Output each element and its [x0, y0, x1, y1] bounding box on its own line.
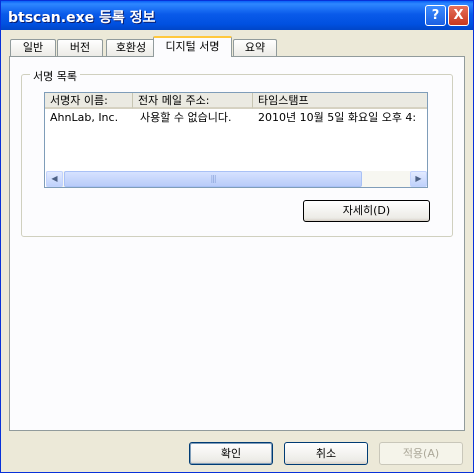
help-icon: ?: [431, 8, 440, 23]
group-label: 서명 목록: [30, 68, 80, 84]
scroll-thumb[interactable]: |||: [64, 171, 362, 187]
cancel-button[interactable]: 취소: [284, 442, 368, 465]
help-button[interactable]: ?: [425, 5, 446, 26]
list-header: 서명자 이름: 전자 메일 주소: 타임스탬프: [45, 93, 427, 110]
email-address: 사용할 수 없습니다.: [140, 111, 232, 124]
tab-general[interactable]: 일반: [10, 39, 56, 56]
column-header-signer[interactable]: 서명자 이름:: [45, 93, 133, 109]
list-item[interactable]: AhnLab, Inc. 사용할 수 없습니다. 2010년 10월 5일 화요…: [45, 110, 427, 125]
column-header-timestamp[interactable]: 타임스탬프: [253, 93, 427, 109]
close-button[interactable]: X: [448, 5, 469, 26]
tab-summary[interactable]: 요약: [233, 39, 277, 56]
tab-label: 버전: [69, 41, 91, 54]
tab-digital-signature[interactable]: 디지털 서명: [153, 36, 232, 57]
tab-label: 일반: [22, 41, 44, 54]
close-icon: X: [453, 8, 464, 23]
timestamp: 2010년 10월 5일 화요일 오후 4:: [258, 111, 417, 124]
signature-list[interactable]: 서명자 이름: 전자 메일 주소: 타임스탬프 AhnLab, Inc. 사용할…: [44, 92, 428, 188]
scroll-left-button[interactable]: ◀: [46, 171, 63, 187]
ok-button[interactable]: 확인: [189, 442, 273, 465]
column-header-email[interactable]: 전자 메일 주소:: [133, 93, 253, 109]
horizontal-scrollbar[interactable]: ◀ ||| ▶: [46, 171, 427, 187]
tab-label: 요약: [244, 41, 266, 54]
tab-version[interactable]: 버전: [57, 39, 103, 56]
details-button[interactable]: 자세히(D): [303, 200, 430, 222]
window-title: btscan.exe 등록 정보: [8, 10, 156, 26]
tab-compatibility[interactable]: 호환성: [106, 39, 156, 56]
tab-label: 호환성: [115, 41, 147, 54]
arrow-right-icon: ▶: [415, 174, 422, 183]
arrow-left-icon: ◀: [51, 174, 58, 183]
title-bar[interactable]: btscan.exe 등록 정보 ? X: [1, 1, 473, 30]
signer-name: AhnLab, Inc.: [50, 111, 119, 124]
scroll-right-button[interactable]: ▶: [410, 171, 427, 187]
tab-label: 디지털 서명: [165, 40, 220, 53]
grip-icon: |||: [210, 174, 216, 183]
apply-button[interactable]: 적용(A): [379, 442, 463, 465]
